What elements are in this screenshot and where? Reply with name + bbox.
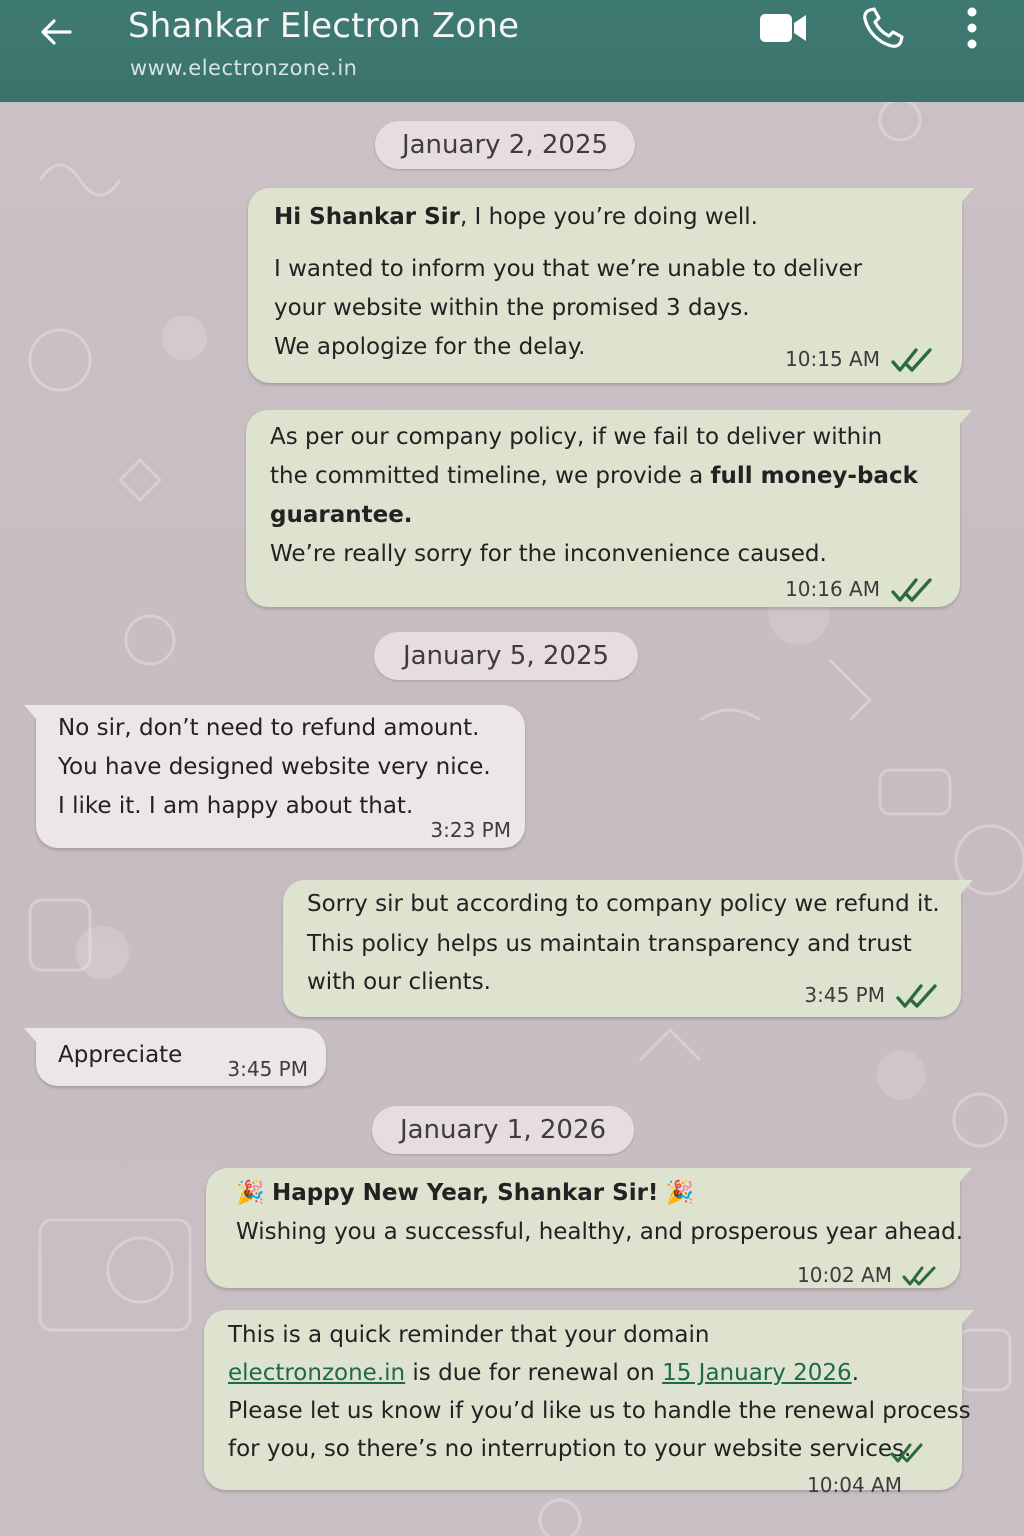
message-time: 10:16 AM (785, 577, 880, 601)
message-line: This is a quick reminder that your domai… (228, 1322, 710, 1348)
message-line: We’re really sorry for the inconvenience… (270, 541, 827, 567)
message-bubble-outgoing[interactable]: As per our company policy, if we fail to… (246, 410, 972, 609)
double-check-icon (890, 577, 936, 603)
message-bubble-outgoing[interactable]: This is a quick reminder that your domai… (204, 1310, 974, 1497)
message-line: the committed timeline, we provide a ful… (270, 463, 918, 489)
message-time: 10:02 AM (797, 1263, 892, 1287)
message-meta: 10:04 AM (807, 1466, 902, 1505)
message-line: 🎉 Happy New Year, Shankar Sir! 🎉 (236, 1180, 695, 1206)
message-bubble-incoming[interactable]: Appreciate 3:45 PM (24, 1028, 326, 1089)
domain-link[interactable]: electronzone.in (228, 1360, 405, 1386)
party-popper-icon: 🎉 (665, 1180, 695, 1206)
video-camera-icon (760, 14, 806, 42)
message-line: electronzone.in is due for renewal on 15… (228, 1360, 860, 1386)
double-check-icon (890, 347, 936, 373)
message-bubble-outgoing[interactable]: 🎉 Happy New Year, Shankar Sir! 🎉 Wishing… (206, 1168, 972, 1288)
message-line: I wanted to inform you that we’re unable… (274, 256, 863, 282)
party-popper-icon: 🎉 (236, 1180, 265, 1206)
double-check-icon (902, 1265, 938, 1287)
message-line: with our clients. (307, 969, 491, 995)
message-line: Please let us know if you’d like us to h… (228, 1398, 971, 1424)
message-line: This policy helps us maintain transparen… (307, 931, 912, 957)
phone-icon (863, 7, 904, 48)
message-line: Appreciate (58, 1042, 183, 1068)
contact-name[interactable]: Shankar Electron Zone (128, 6, 519, 46)
message-line: No sir, don’t need to refund amount. (58, 715, 480, 741)
message-line: for you, so there’s no interruption to y… (228, 1436, 912, 1462)
message-line: We apologize for the delay. (274, 334, 586, 360)
renewal-date-link[interactable]: 15 January 2026 (662, 1360, 852, 1386)
chat-header: Shankar Electron Zone www.electronzone.i… (0, 0, 1024, 102)
message-line: Wishing you a successful, healthy, and p… (236, 1219, 964, 1245)
vertical-ellipsis-icon (967, 7, 977, 49)
message-meta: 3:45 PM (804, 976, 941, 1015)
message-time: 10:04 AM (807, 1473, 902, 1497)
message-bubble-outgoing[interactable]: Sorry sir but according to company polic… (283, 880, 973, 1017)
message-meta: 10:02 AM (797, 1256, 938, 1295)
video-call-button[interactable] (756, 6, 810, 50)
back-button[interactable] (32, 8, 80, 56)
message-meta: 10:16 AM (785, 570, 936, 609)
message-meta: 3:23 PM (430, 811, 511, 850)
arrow-left-icon (41, 19, 72, 45)
message-meta: 10:15 AM (785, 340, 936, 379)
message-line: As per our company policy, if we fail to… (270, 424, 883, 450)
message-time: 3:45 PM (804, 983, 885, 1007)
contact-website: www.electronzone.in (130, 56, 358, 80)
message-time: 10:15 AM (785, 347, 880, 371)
message-line: Sorry sir but according to company polic… (307, 891, 940, 917)
date-divider: January 1, 2026 (372, 1106, 634, 1154)
message-time: 3:45 PM (227, 1057, 308, 1081)
message-bubble-outgoing[interactable]: Hi Shankar Sir, I hope you’re doing well… (248, 188, 974, 383)
more-options-button[interactable] (950, 6, 994, 50)
message-line: You have designed website very nice. (58, 754, 491, 780)
message-line: your website within the promised 3 days. (274, 295, 750, 321)
double-check-icon (895, 983, 941, 1009)
message-line: I like it. I am happy about that. (58, 793, 414, 819)
voice-call-button[interactable] (856, 6, 910, 50)
message-line: Hi Shankar Sir, I hope you’re doing well… (274, 204, 758, 230)
message-time: 3:23 PM (430, 818, 511, 842)
message-line: guarantee. (270, 502, 413, 528)
date-divider: January 2, 2025 (375, 121, 635, 169)
double-check-icon (890, 1442, 924, 1464)
message-bubble-incoming[interactable]: No sir, don’t need to refund amount. You… (24, 705, 525, 850)
date-divider: January 5, 2025 (374, 632, 638, 680)
message-meta: 3:45 PM (227, 1050, 308, 1089)
